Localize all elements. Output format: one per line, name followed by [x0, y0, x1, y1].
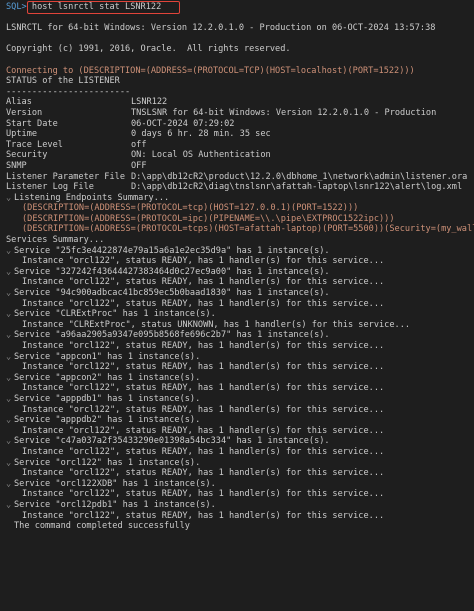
- status-key: Security: [6, 150, 48, 161]
- service-text: Service "327242f43644427383464d0c27ec9a0…: [14, 266, 330, 277]
- status-value: off: [131, 139, 147, 150]
- services-title: Services Summary...: [6, 235, 105, 246]
- service-text: Service "appcon2" has 1 instance(s).: [14, 372, 201, 383]
- instance-line: Instance "orcl122", status READY, has 1 …: [22, 446, 385, 457]
- endpoints-list: (DESCRIPTION=(ADDRESS=(PROTOCOL=tcp)(HOS…: [0, 203, 474, 235]
- service-text: Service "a96aa2905a9347e095b8568fe696c2b…: [14, 330, 330, 341]
- status-row: Listener Log File D:\app\db12cR2\diag\tns…: [0, 182, 474, 193]
- divider: ------------------------: [6, 86, 131, 97]
- status-key: Listener Log File: [6, 182, 94, 193]
- service-line: ⌄ Service "orcl12pdb1" has 1 instance(s).: [0, 500, 474, 511]
- chevron-down-icon[interactable]: ⌄: [6, 246, 14, 257]
- chevron-down-icon[interactable]: ⌄: [6, 394, 14, 405]
- status-row: Start Date 06-OCT-2024 07:29:02: [0, 119, 474, 130]
- instance-line: Instance "orcl122", status READY, has 1 …: [22, 277, 385, 288]
- service-text: Service "25fc3e4422874e79a15a6a1e2ec35d9…: [14, 245, 330, 256]
- instance-line: Instance "orcl122", status READY, has 1 …: [22, 489, 385, 500]
- status-key: Uptime: [6, 129, 38, 140]
- service-line: ⌄ Service "CLRExtProc" has 1 instance(s).: [0, 309, 474, 320]
- chevron-down-icon[interactable]: ⌄: [6, 479, 14, 490]
- status-value: D:\app\db12cR2\diag\tnslsnr\afattah-lapt…: [131, 182, 463, 193]
- instance-line: Instance "orcl122", status READY, has 1 …: [22, 341, 385, 351]
- instance-line: Instance "CLRExtProc", status UNKNOWN, h…: [22, 319, 411, 330]
- service-line: ⌄ Service "orcl122" has 1 instance(s).: [0, 458, 474, 469]
- chevron-down-icon[interactable]: ⌄: [6, 500, 14, 511]
- service-line: ⌄ Service "apppdb1" has 1 instance(s).: [0, 394, 474, 405]
- service-line: ⌄ Service "apppdb2" has 1 instance(s).: [0, 415, 474, 426]
- prompt-line: SQL> host lsnrctl stat LSNR122: [0, 2, 474, 13]
- chevron-down-icon[interactable]: ⌄: [6, 436, 14, 447]
- service-text: Service "94c900adbcac41bc859ec5b0baad183…: [14, 288, 330, 299]
- chevron-down-icon[interactable]: ⌄: [6, 330, 14, 341]
- chevron-down-icon[interactable]: ⌄: [6, 373, 14, 384]
- copyright-line: Copyright (c) 1991, 2016, Oracle. All ri…: [6, 44, 291, 55]
- status-row: Listener Parameter File D:\app\db12cR2\pr…: [0, 172, 474, 183]
- endpoint-item: (DESCRIPTION=(ADDRESS=(PROTOCOL=tcp)(HOS…: [22, 203, 359, 214]
- status-row: Security ON: Local OS Authentication: [0, 150, 474, 161]
- status-key: Listener Parameter File: [6, 171, 125, 182]
- instance-line: Instance "orcl122", status READY, has 1 …: [22, 404, 385, 415]
- service-text: Service "appcon1" has 1 instance(s).: [14, 351, 201, 362]
- status-row: Alias LSNR122: [0, 97, 474, 108]
- status-key: Alias: [6, 97, 32, 108]
- status-value: ON: Local OS Authentication: [131, 150, 271, 161]
- status-value: D:\app\db12cR2\product\12.2.0\dbhome_1\n…: [131, 171, 468, 182]
- chevron-down-icon[interactable]: ⌄: [6, 458, 14, 469]
- status-row: Version TNSLSNR for 64-bit Windows: Versi…: [0, 108, 474, 119]
- services-list: ⌄ Service "25fc3e4422874e79a15a6a1e2ec35d…: [0, 246, 474, 521]
- service-text: Service "CLRExtProc" has 1 instance(s).: [14, 309, 216, 320]
- status-value: TNSLSNR for 64-bit Windows: Version 12.2…: [131, 107, 437, 118]
- service-line: ⌄ Service "94c900adbcac41bc859ec5b0baad18…: [0, 288, 474, 299]
- service-text: Service "orcl12pdb1" has 1 instance(s).: [14, 499, 216, 510]
- prompt-command: host lsnrctl stat LSNR122: [31, 2, 162, 12]
- status-value: 06-OCT-2024 07:29:02: [131, 118, 235, 129]
- service-line: ⌄ Service "25fc3e4422874e79a15a6a1e2ec35d…: [0, 246, 474, 257]
- instance-line: Instance "orcl122", status READY, has 1 …: [22, 362, 385, 373]
- chevron-down-icon[interactable]: ⌄: [6, 288, 14, 299]
- status-value: 0 days 6 hr. 28 min. 35 sec: [131, 129, 271, 140]
- status-row: Uptime 0 days 6 hr. 28 min. 35 sec: [0, 129, 474, 140]
- status-key: SNMP: [6, 160, 27, 171]
- chevron-down-icon[interactable]: ⌄: [6, 193, 14, 204]
- endpoints-title: ⌄ Listening Endpoints Summary...: [6, 192, 170, 204]
- instance-line: Instance "orcl122", status READY, has 1 …: [22, 468, 385, 479]
- endpoint-item: (DESCRIPTION=(ADDRESS=(PROTOCOL=ipc)(PIP…: [22, 213, 395, 224]
- instance-line: Instance "orcl122", status READY, has 1 …: [22, 256, 385, 267]
- service-line: ⌄ Service "appcon2" has 1 instance(s).: [0, 373, 474, 384]
- service-line: ⌄ Service "a96aa2905a9347e095b8568fe696c2…: [0, 330, 474, 341]
- service-line: ⌄ Service "orcl122XDB" has 1 instance(s).: [0, 479, 474, 490]
- status-row: SNMP OFF: [0, 161, 474, 172]
- status-key: Trace Level: [6, 139, 63, 150]
- instance-line: Instance "orcl122", status READY, has 1 …: [22, 425, 385, 436]
- instance-line: Instance "orcl122", status READY, has 1 …: [22, 298, 385, 309]
- banner-line: LSNRCTL for 64-bit Windows: Version 12.2…: [6, 23, 436, 34]
- service-line: ⌄ Service "c47a037a2f35433290e01398a54bc3…: [0, 436, 474, 447]
- chevron-down-icon[interactable]: ⌄: [6, 352, 14, 363]
- status-value: LSNR122: [131, 97, 168, 108]
- status-table: Alias LSNR122 Version TNSLSNR for 64-bit Wi…: [0, 97, 474, 192]
- connecting-line: Connecting to (DESCRIPTION=(ADDRESS=(PRO…: [6, 65, 415, 76]
- status-key: Version: [6, 107, 43, 118]
- service-line: ⌄ Service "327242f43644427383464d0c27ec9a…: [0, 267, 474, 278]
- service-text: Service "orcl122XDB" has 1 instance(s).: [14, 478, 216, 489]
- footer-line: The command completed successfully: [14, 521, 190, 532]
- status-title: STATUS of the LISTENER: [6, 76, 120, 87]
- service-text: Service "orcl122" has 1 instance(s).: [14, 457, 201, 468]
- endpoint-item: (DESCRIPTION=(ADDRESS=(PROTOCOL=tcps)(HO…: [22, 224, 474, 235]
- service-text: Service "apppdb1" has 1 instance(s).: [14, 393, 201, 404]
- instance-line: Instance "orcl122", status READY, has 1 …: [22, 383, 385, 394]
- status-value: OFF: [131, 160, 147, 171]
- chevron-down-icon[interactable]: ⌄: [6, 267, 14, 278]
- prompt-label: SQL>: [6, 2, 27, 12]
- service-text: Service "apppdb2" has 1 instance(s).: [14, 415, 201, 426]
- chevron-down-icon[interactable]: ⌄: [6, 309, 14, 320]
- status-key: Start Date: [6, 118, 58, 129]
- terminal-output[interactable]: SQL> host lsnrctl stat LSNR122 LSNRCTL f…: [0, 0, 474, 611]
- service-line: ⌄ Service "appcon1" has 1 instance(s).: [0, 352, 474, 363]
- status-row: Trace Level off: [0, 140, 474, 151]
- instance-line: Instance "orcl122", status READY, has 1 …: [22, 510, 385, 521]
- service-text: Service "c47a037a2f35433290e01398a54bc33…: [14, 436, 330, 447]
- chevron-down-icon[interactable]: ⌄: [6, 415, 14, 426]
